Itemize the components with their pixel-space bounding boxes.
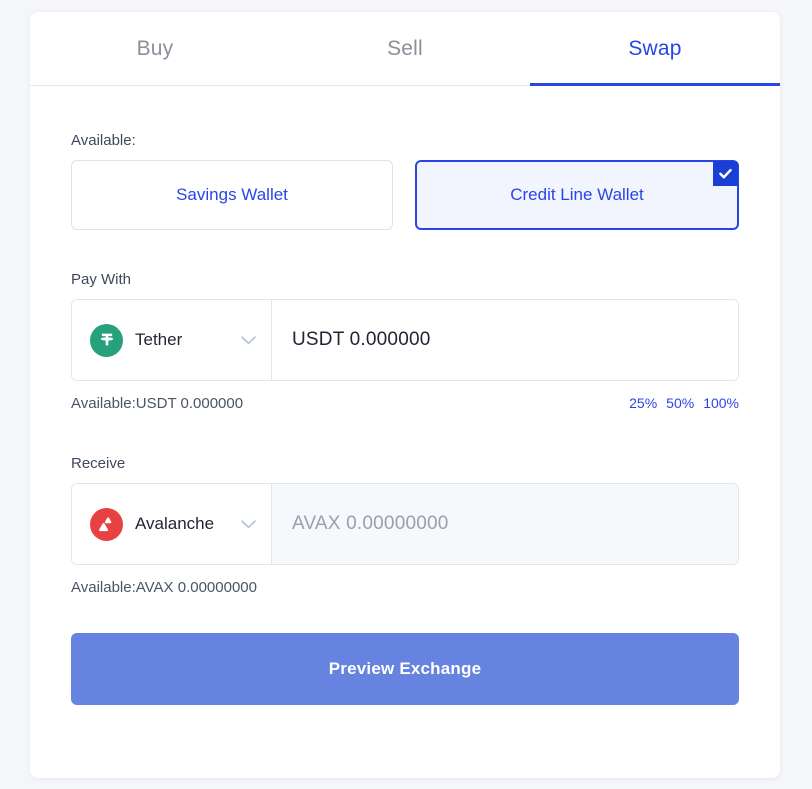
receive-label: Receive [71, 455, 126, 472]
tab-sell-label: Sell [387, 36, 423, 60]
receive-coin-name: Avalanche [135, 514, 215, 533]
tab-bar: Buy Sell Swap [30, 12, 780, 86]
available-label: Available: [71, 132, 136, 149]
chevron-down-icon [240, 335, 257, 346]
tether-icon [90, 323, 123, 357]
swap-form: Available: Savings Wallet Credit Line Wa… [30, 86, 780, 705]
percent-50-button[interactable]: 50% [666, 395, 694, 411]
tab-buy-label: Buy [136, 36, 174, 60]
pay-with-amount-input[interactable] [272, 300, 738, 380]
pay-with-field: Tether [71, 299, 739, 381]
pay-with-balance-row: Available:USDT 0.000000 25% 50% 100% [71, 393, 739, 413]
tab-swap[interactable]: Swap [530, 12, 780, 86]
wallet-option-savings-label: Savings Wallet [176, 185, 288, 204]
wallet-option-savings[interactable]: Savings Wallet [71, 160, 393, 230]
preview-exchange-button[interactable]: Preview Exchange [71, 633, 739, 705]
pay-with-coin-name: Tether [135, 330, 183, 349]
receive-balance-text: Available:AVAX 0.00000000 [71, 578, 257, 596]
receive-amount-input[interactable] [272, 484, 738, 564]
pay-with-label: Pay With [71, 271, 132, 288]
pay-with-coin-select[interactable]: Tether [72, 300, 272, 380]
tab-swap-label: Swap [628, 36, 682, 60]
tab-sell[interactable]: Sell [280, 12, 530, 85]
receive-balance-row: Available:AVAX 0.00000000 [71, 577, 739, 597]
percent-25-button[interactable]: 25% [629, 395, 657, 411]
percent-100-button[interactable]: 100% [703, 395, 739, 411]
chevron-down-icon [240, 519, 257, 530]
check-icon [713, 161, 738, 186]
receive-field: Avalanche [71, 483, 739, 565]
pay-with-balance-text: Available:USDT 0.000000 [71, 394, 244, 412]
tab-buy[interactable]: Buy [30, 12, 280, 85]
percent-shortcuts: 25% 50% 100% [629, 395, 739, 411]
receive-coin-select[interactable]: Avalanche [72, 484, 272, 564]
swap-card: Buy Sell Swap Available: Savings Wallet … [30, 12, 780, 778]
wallet-option-credit-line[interactable]: Credit Line Wallet [415, 160, 739, 230]
wallet-selector: Savings Wallet Credit Line Wallet [71, 160, 739, 230]
avalanche-icon [90, 507, 123, 541]
app-background: Buy Sell Swap Available: Savings Wallet … [0, 0, 812, 789]
wallet-option-credit-line-label: Credit Line Wallet [510, 185, 644, 204]
